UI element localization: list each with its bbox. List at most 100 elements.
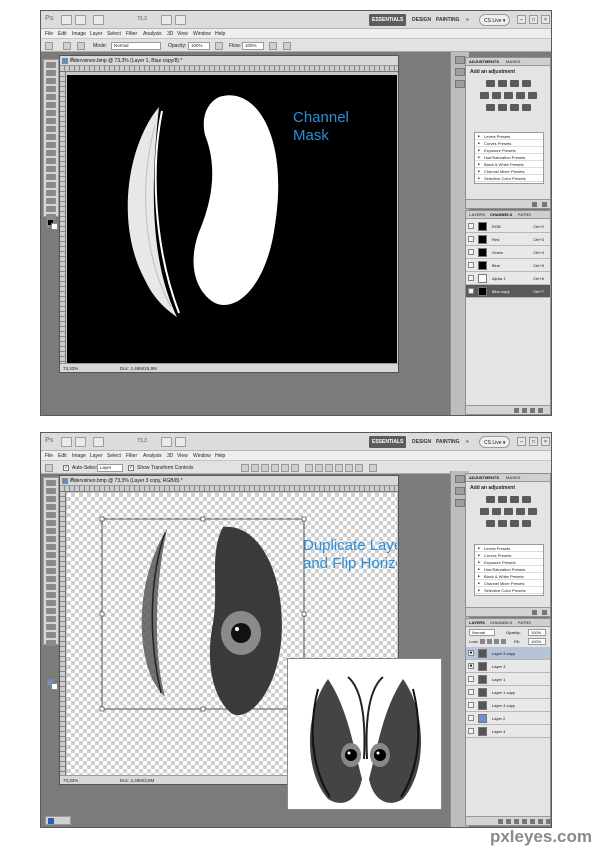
return-icon[interactable] bbox=[532, 610, 537, 615]
channel-row-blue[interactable]: Blue Ctrl+5 bbox=[466, 259, 550, 272]
screen-mode-button[interactable] bbox=[175, 15, 186, 25]
tab-channels[interactable]: CHANNELS bbox=[490, 620, 512, 625]
invert-icon[interactable] bbox=[486, 520, 495, 527]
align-horizontal-center-icon[interactable] bbox=[281, 464, 289, 472]
lock-image-icon[interactable] bbox=[487, 639, 492, 644]
layer-name[interactable]: Layer 3 bbox=[492, 664, 505, 669]
vertical-ruler[interactable] bbox=[60, 72, 66, 364]
distribute-hcenter-icon[interactable] bbox=[345, 464, 353, 472]
preset-channel-mixer[interactable]: Channel Mixer Presets bbox=[475, 580, 543, 587]
path-selection-tool-icon[interactable] bbox=[46, 190, 56, 196]
menu-image[interactable]: Image bbox=[72, 31, 86, 37]
new-adjustment-icon[interactable] bbox=[522, 819, 527, 824]
move-tool-icon[interactable] bbox=[45, 464, 53, 472]
channel-row-alpha-1[interactable]: Alpha 1 Ctrl+6 bbox=[466, 272, 550, 285]
tab-masks[interactable]: MASKS bbox=[506, 475, 520, 480]
menu-file[interactable]: File bbox=[45, 31, 53, 37]
layer-row-layer-1-copy[interactable]: Layer 1 copy bbox=[466, 686, 550, 699]
align-top-icon[interactable] bbox=[241, 464, 249, 472]
align-left-icon[interactable] bbox=[271, 464, 279, 472]
invert-icon[interactable] bbox=[486, 104, 495, 111]
exposure-icon[interactable] bbox=[522, 80, 531, 87]
distribute-top-icon[interactable] bbox=[305, 464, 313, 472]
extras-button[interactable] bbox=[93, 437, 104, 447]
opacity-field[interactable]: 100% bbox=[188, 42, 210, 50]
menu-3d[interactable]: 3D bbox=[167, 31, 173, 37]
taskbar-start-button[interactable] bbox=[45, 816, 71, 825]
brush-preset-picker[interactable] bbox=[63, 42, 71, 50]
tab-layers[interactable]: LAYERS bbox=[469, 212, 485, 217]
save-selection-icon[interactable] bbox=[522, 408, 527, 413]
blur-tool-icon[interactable] bbox=[46, 576, 56, 582]
document-tab[interactable]: eldervsineo.bmp @ 73,3% (Layer 3 copy, R… bbox=[60, 476, 398, 486]
vibrance-icon[interactable] bbox=[480, 508, 489, 515]
auto-select-target-select[interactable]: Layer bbox=[97, 464, 123, 472]
layer-row-layer-3[interactable]: ● Layer 3 bbox=[466, 660, 550, 673]
history-brush-tool-icon[interactable] bbox=[46, 134, 56, 140]
layer-name[interactable]: Layer 3 copy bbox=[492, 651, 515, 656]
history-brush-tool-icon[interactable] bbox=[46, 552, 56, 558]
gradient-map-icon[interactable] bbox=[522, 520, 531, 527]
layer-row-layer-1[interactable]: Layer 1 bbox=[466, 673, 550, 686]
channel-row-red[interactable]: Red Ctrl+3 bbox=[466, 233, 550, 246]
crop-tool-icon[interactable] bbox=[46, 94, 56, 100]
extras-button[interactable] bbox=[93, 15, 104, 25]
preset-exposure[interactable]: Exposure Presets bbox=[475, 559, 543, 566]
menu-select[interactable]: Select bbox=[107, 453, 121, 459]
distribute-bottom-icon[interactable] bbox=[325, 464, 333, 472]
menu-layer[interactable]: Layer bbox=[90, 31, 103, 37]
distribute-left-icon[interactable] bbox=[335, 464, 343, 472]
close-button[interactable]: × bbox=[541, 437, 550, 446]
arrange-documents-button[interactable] bbox=[161, 437, 172, 447]
threshold-icon[interactable] bbox=[510, 520, 519, 527]
layer-visibility-eye-icon[interactable] bbox=[468, 715, 474, 721]
minimize-button[interactable]: – bbox=[517, 15, 526, 24]
brush-panel-icon[interactable] bbox=[455, 68, 465, 76]
layer-style-icon[interactable] bbox=[506, 819, 511, 824]
menu-edit[interactable]: Edit bbox=[58, 31, 67, 37]
shape-tool-icon[interactable] bbox=[46, 616, 56, 622]
menu-window[interactable]: Window bbox=[193, 453, 211, 459]
preset-channel-mixer[interactable]: Channel Mixer Presets bbox=[475, 168, 543, 175]
tab-channels[interactable]: CHANNELS bbox=[490, 212, 512, 217]
brush-tool-icon[interactable] bbox=[45, 42, 53, 50]
history-panel-icon[interactable] bbox=[455, 56, 465, 64]
workspace-design[interactable]: DESIGN bbox=[409, 436, 434, 448]
show-transform-controls-checkbox[interactable]: ✓ bbox=[128, 465, 134, 471]
channel-row-blue-copy[interactable]: ● Blue copy Ctrl+7 bbox=[466, 285, 550, 298]
tab-adjustments[interactable]: ADJUSTMENTS bbox=[469, 59, 499, 64]
dodge-tool-icon[interactable] bbox=[46, 584, 56, 590]
healing-brush-tool-icon[interactable] bbox=[46, 110, 56, 116]
align-right-icon[interactable] bbox=[291, 464, 299, 472]
clone-source-panel-icon[interactable] bbox=[455, 80, 465, 88]
hand-tool-icon[interactable] bbox=[46, 632, 56, 638]
channel-visibility-toggle[interactable]: ● bbox=[468, 288, 474, 294]
expand-view-icon[interactable] bbox=[542, 202, 547, 207]
menu-image[interactable]: Image bbox=[72, 453, 86, 459]
clone-stamp-tool-icon[interactable] bbox=[46, 544, 56, 550]
delete-channel-icon[interactable] bbox=[538, 408, 543, 413]
preset-selective-color[interactable]: Selective Color Presets bbox=[475, 175, 543, 182]
airbrush-icon[interactable] bbox=[269, 42, 277, 50]
layer-visibility-eye-icon[interactable]: ● bbox=[468, 650, 474, 656]
eraser-tool-icon[interactable] bbox=[46, 560, 56, 566]
document-close-icon[interactable]: × bbox=[70, 477, 395, 483]
distribute-right-icon[interactable] bbox=[355, 464, 363, 472]
black-white-icon[interactable] bbox=[516, 508, 525, 515]
tab-adjustments[interactable]: ADJUSTMENTS bbox=[469, 475, 499, 480]
channel-visibility-toggle[interactable] bbox=[468, 223, 474, 229]
menu-file[interactable]: File bbox=[45, 453, 53, 459]
cs-live-button[interactable]: CS Live ▾ bbox=[479, 436, 511, 448]
lasso-tool-icon[interactable] bbox=[46, 496, 56, 502]
brightness-icon[interactable] bbox=[486, 80, 495, 87]
layer-visibility-eye-icon[interactable] bbox=[468, 728, 474, 734]
type-tool-icon[interactable] bbox=[46, 182, 56, 188]
menu-help[interactable]: Help bbox=[215, 453, 225, 459]
bridge-button[interactable] bbox=[61, 15, 72, 25]
menu-analysis[interactable]: Analysis bbox=[143, 31, 162, 37]
layer-row-layer-4-copy[interactable]: Layer 4 copy bbox=[466, 699, 550, 712]
menu-view[interactable]: View bbox=[177, 453, 188, 459]
workspace-essentials[interactable]: ESSENTIALS bbox=[369, 14, 407, 26]
quick-selection-tool-icon[interactable] bbox=[46, 504, 56, 510]
lock-transparent-icon[interactable] bbox=[480, 639, 485, 644]
